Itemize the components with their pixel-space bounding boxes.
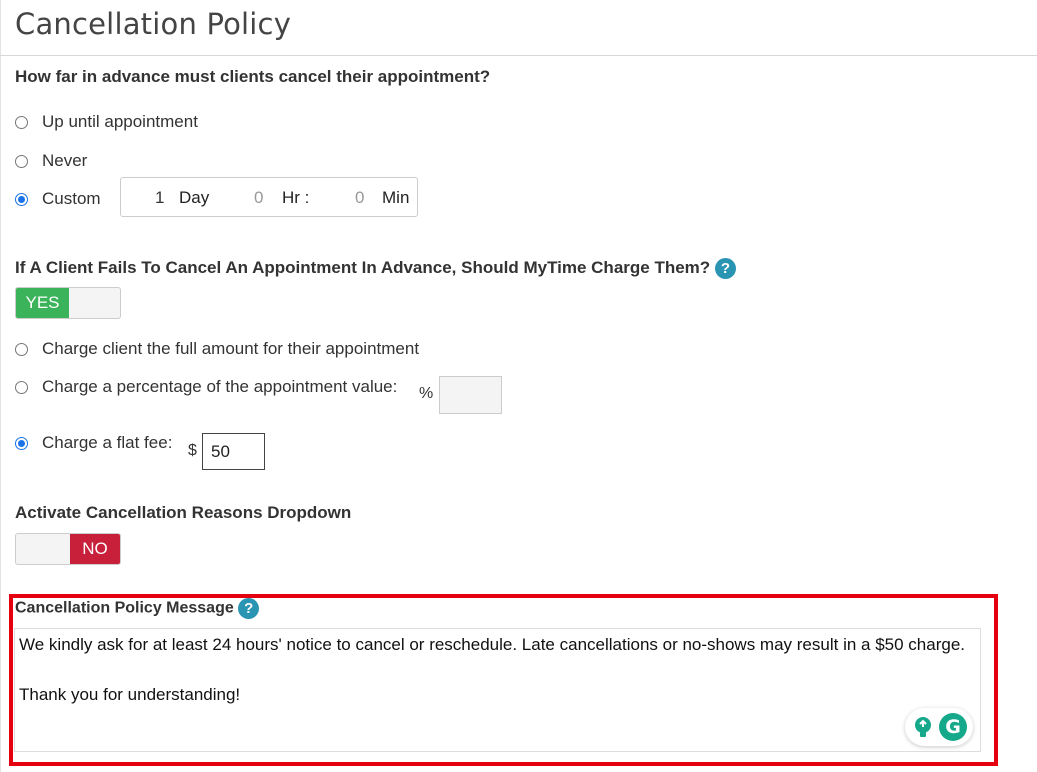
radio-label: Custom <box>42 189 101 208</box>
page-title: Cancellation Policy <box>15 7 292 41</box>
radio-label: Up until appointment <box>42 112 198 131</box>
radio-charge-percentage[interactable]: Charge a percentage of the appointment v… <box>15 377 397 397</box>
reasons-heading: Activate Cancellation Reasons Dropdown <box>15 503 352 522</box>
grammarly-bulb-icon[interactable] <box>913 716 933 740</box>
radio-never[interactable]: Never <box>15 151 87 171</box>
help-icon[interactable]: ? <box>714 258 736 280</box>
percentage-input[interactable] <box>439 376 502 414</box>
radio-label: Charge client the full amount for their … <box>42 339 420 358</box>
custom-duration-picker[interactable]: 1 Day 0 Hr : 0 Min <box>120 177 418 217</box>
radio-button[interactable] <box>15 342 28 356</box>
help-icon[interactable]: ? <box>238 598 260 619</box>
radio-button[interactable] <box>15 380 28 394</box>
radio-button[interactable] <box>15 115 28 129</box>
reasons-toggle[interactable]: NO <box>15 533 121 565</box>
minutes-value[interactable]: 0 <box>355 188 364 208</box>
radio-up-until-appointment[interactable]: Up until appointment <box>15 112 198 132</box>
radio-label: Charge a flat fee: <box>42 433 173 452</box>
radio-charge-full[interactable]: Charge client the full amount for their … <box>15 339 419 359</box>
percent-symbol: % <box>419 385 434 402</box>
message-heading: Cancellation Policy Message ? <box>15 598 260 619</box>
charge-toggle[interactable]: YES <box>15 287 121 319</box>
message-heading-text: Cancellation Policy Message <box>15 599 234 617</box>
radio-custom[interactable]: Custom <box>15 189 101 209</box>
days-unit: Day <box>179 188 210 207</box>
toggle-no-label: NO <box>70 534 120 564</box>
advance-question: How far in advance must clients cancel t… <box>15 67 491 86</box>
policy-message-textarea[interactable]: We kindly ask for at least 24 hours' not… <box>14 628 981 752</box>
hours-unit: Hr : <box>282 188 310 207</box>
currency-symbol: $ <box>188 442 197 459</box>
charge-question-text: If A Client Fails To Cancel An Appointme… <box>15 258 711 277</box>
grammarly-logo-icon[interactable] <box>939 713 967 741</box>
radio-label: Never <box>42 151 88 170</box>
radio-charge-flat-fee[interactable]: Charge a flat fee: <box>15 433 172 453</box>
title-divider <box>0 55 1037 56</box>
flat-fee-input[interactable] <box>202 433 265 470</box>
hours-value[interactable]: 0 <box>254 188 263 208</box>
radio-button-checked[interactable] <box>15 436 28 450</box>
message-line-1: We kindly ask for at least 24 hours' not… <box>19 635 965 654</box>
days-value[interactable]: 1 <box>155 188 164 208</box>
radio-label: Charge a percentage of the appointment v… <box>42 377 398 396</box>
radio-button-checked[interactable] <box>15 192 28 206</box>
left-border <box>0 0 1 772</box>
toggle-yes-label: YES <box>16 288 69 318</box>
minutes-unit: Min <box>382 188 410 207</box>
radio-button[interactable] <box>15 154 28 168</box>
charge-question: If A Client Fails To Cancel An Appointme… <box>15 258 736 280</box>
message-line-2: Thank you for understanding! <box>19 685 241 704</box>
grammarly-widget[interactable] <box>905 708 973 746</box>
